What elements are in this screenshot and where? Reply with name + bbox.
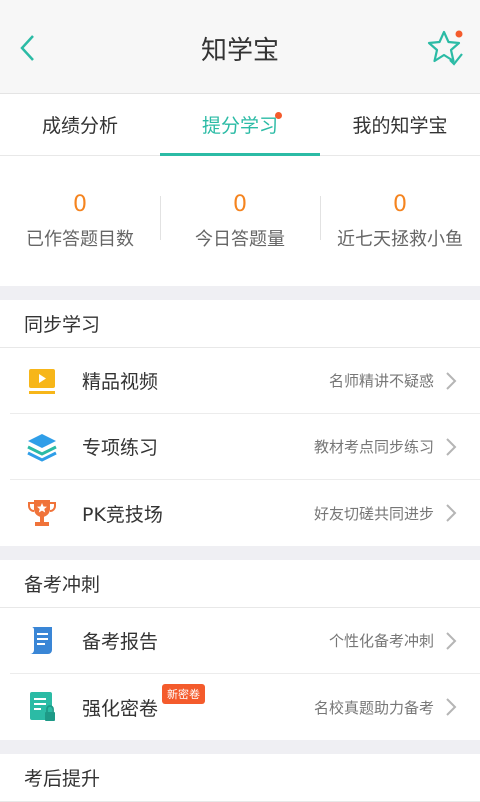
stat-today-count: 0 今日答题量 [160, 192, 320, 251]
tab-improve-study[interactable]: 提分学习 [160, 94, 320, 156]
stat-value: 0 [233, 191, 247, 217]
stat-label: 已作答题目数 [26, 228, 134, 250]
chevron-right-icon [440, 436, 462, 458]
report-icon [24, 623, 60, 659]
item-label: 专项练习 [82, 437, 159, 459]
trophy-icon [24, 495, 60, 531]
list-item-report[interactable]: 备考报告 个性化备考冲刺 [10, 608, 480, 674]
tab-label: 成绩分析 [41, 115, 118, 137]
chevron-right-icon [440, 502, 462, 524]
stat-value: 0 [393, 191, 407, 217]
new-badge: 新密卷 [162, 683, 205, 704]
favorite-button[interactable] [424, 26, 468, 70]
section-title: 备考冲刺 [0, 560, 480, 608]
chevron-right-icon [440, 696, 462, 718]
section-title: 考后提升 [0, 754, 480, 802]
stat-label: 今日答题量 [195, 228, 285, 250]
list-item-video[interactable]: 精品视频 名师精讲不疑惑 [10, 348, 480, 414]
layers-icon [24, 429, 60, 465]
video-icon [24, 363, 60, 399]
item-label: PK竞技场 [82, 503, 163, 526]
tab-my-zhixuebao[interactable]: 我的知学宝 [320, 94, 480, 155]
item-label: 备考报告 [82, 631, 159, 653]
item-label: 强化密卷 新密卷 [82, 683, 314, 721]
section-sync-study: 同步学习 精品视频 名师精讲不疑惑 专项练习 教材考点同步练习 PK竞技场 好友… [0, 300, 480, 546]
chevron-right-icon [440, 370, 462, 392]
section-post-exam: 考后提升 [0, 754, 480, 802]
stats-panel: 0 已作答题目数 0 今日答题量 0 近七天拯救小鱼 [0, 156, 480, 286]
page-title: 知学宝 [200, 36, 279, 66]
item-hint: 名校真题助力备考 [313, 698, 434, 717]
chevron-right-icon [440, 630, 462, 652]
list-item-intensive-paper[interactable]: 强化密卷 新密卷 名校真题助力备考 [10, 674, 480, 740]
stat-fish-saved: 0 近七天拯救小鱼 [320, 192, 480, 251]
notification-dot [275, 112, 282, 119]
star-check-icon [427, 30, 463, 66]
section-exam-sprint: 备考冲刺 备考报告 个性化备考冲刺 强化密卷 新密卷 名校真题助力备考 [0, 560, 480, 740]
list-item-pk-arena[interactable]: PK竞技场 好友切磋共同进步 [10, 480, 480, 546]
item-hint: 教材考点同步练习 [313, 438, 434, 456]
paper-icon [24, 689, 60, 725]
list-item-practice[interactable]: 专项练习 教材考点同步练习 [10, 414, 480, 480]
tab-label: 我的知学宝 [352, 115, 448, 137]
item-label-text: 强化密卷 [82, 697, 159, 720]
item-hint: 好友切磋共同进步 [313, 504, 434, 523]
item-label: 精品视频 [82, 371, 159, 393]
item-hint: 名师精讲不疑惑 [328, 372, 434, 390]
tab-bar: 成绩分析 提分学习 我的知学宝 [0, 94, 480, 156]
stat-label: 近七天拯救小鱼 [337, 228, 463, 250]
tab-score-analysis[interactable]: 成绩分析 [0, 94, 160, 155]
stat-value: 0 [73, 191, 87, 217]
stat-answered-count: 0 已作答题目数 [0, 192, 160, 251]
header: 知学宝 [0, 0, 480, 94]
tab-label: 提分学习 [201, 115, 278, 137]
section-title: 同步学习 [0, 300, 480, 348]
item-hint: 个性化备考冲刺 [328, 632, 434, 650]
